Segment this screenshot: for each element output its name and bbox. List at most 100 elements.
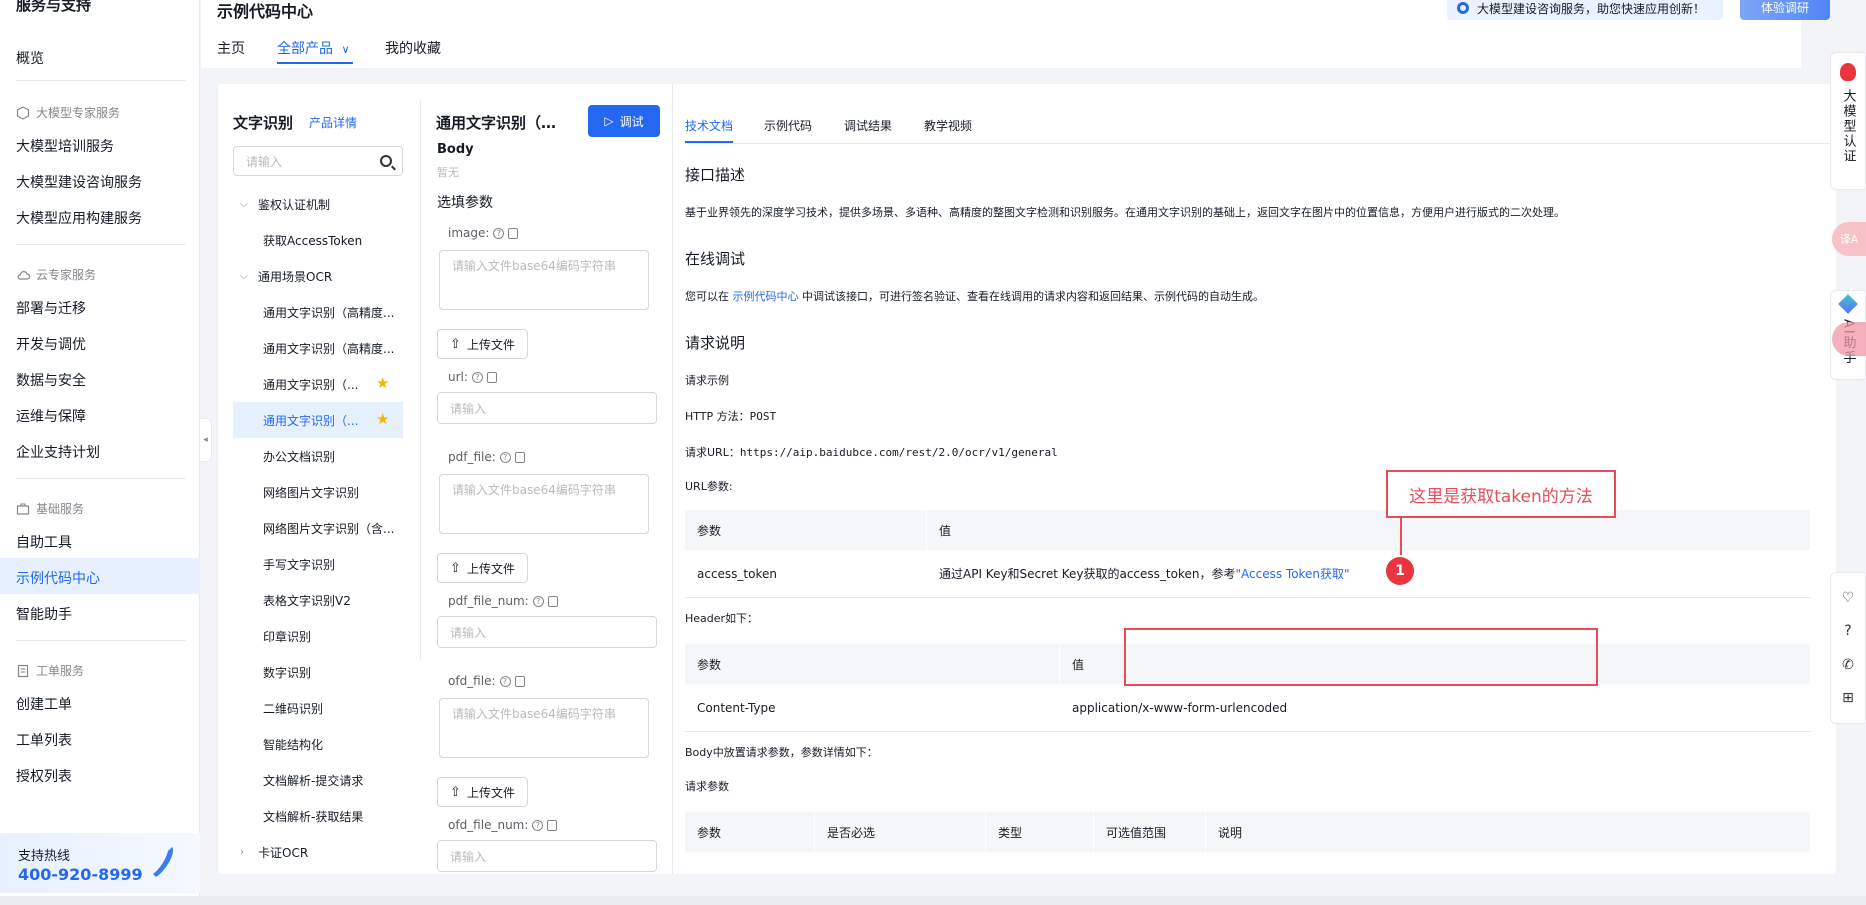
tree-item[interactable]: 手写文字识别 (263, 556, 335, 573)
sidebar-item-data-security[interactable]: 数据与安全 (16, 370, 86, 390)
sidebar-item-ops[interactable]: 运维与保障 (16, 406, 86, 426)
upload-button[interactable]: ⇧ 上传文件 (437, 329, 528, 359)
tab-all-products[interactable]: 全部产品 ∨ (277, 38, 350, 58)
phone-icon[interactable]: ✆ (1842, 657, 1854, 673)
support-hotline[interactable]: 支持热线 400-920-8999 (0, 833, 200, 893)
notice-text: 大模型建设咨询服务，助您快速应用创新！ (1477, 1, 1706, 16)
help-icon[interactable]: ? (499, 675, 511, 687)
section-basic: 基础服务 (16, 500, 84, 517)
doc-tab-video[interactable]: 教学视频 (924, 117, 972, 134)
floating-bubble[interactable] (1832, 322, 1866, 356)
sidebar-item-deploy[interactable]: 部署与迁移 (16, 298, 86, 318)
tree-item[interactable]: 表格文字识别V2 (263, 592, 351, 609)
upload-button[interactable]: ⇧ 上传文件 (437, 553, 528, 583)
tree-item[interactable]: 数字识别 (263, 664, 311, 681)
notice-banner[interactable]: 大模型建设咨询服务，助您快速应用创新！ (1447, 0, 1723, 20)
url-input[interactable]: 请输入 (437, 392, 657, 424)
header-cell: 类型 (986, 812, 1094, 852)
ofd-textarea[interactable]: 请输入文件base64编码字符串 (439, 698, 649, 758)
tree-item[interactable]: 通用文字识别（高精度... (263, 340, 394, 357)
copy-icon[interactable] (547, 819, 558, 831)
copy-icon[interactable] (486, 371, 497, 383)
divider (16, 640, 186, 641)
grid-icon[interactable]: ⊞ (1842, 690, 1854, 706)
sidebar-item-overview[interactable]: 概览 (16, 48, 44, 68)
copy-icon[interactable] (514, 675, 525, 687)
copy-icon[interactable] (547, 595, 558, 607)
access-token-link[interactable]: "Access Token获取" (1235, 565, 1349, 582)
debug-label: 调试 (619, 114, 644, 129)
search-icon[interactable] (380, 155, 392, 167)
help-icon[interactable]: ? (532, 819, 544, 831)
doc-tab-tech[interactable]: 技术文档 (685, 117, 733, 134)
sidebar-item-assistant[interactable]: 智能助手 (16, 604, 72, 624)
sample-center-link[interactable]: 示例代码中心 (733, 290, 799, 303)
help-icon[interactable]: ? (493, 227, 505, 239)
tree-group-auth[interactable]: ⌵ 鉴权认证机制 (240, 196, 330, 213)
request-example-label: 请求示例 (685, 374, 729, 387)
help-icon[interactable]: ? (1844, 623, 1851, 639)
product-detail-link[interactable]: 产品详情 (309, 114, 357, 131)
sidebar-item-self-tools[interactable]: 自助工具 (16, 532, 72, 552)
label-text: pdf_file: (448, 450, 496, 464)
product-tree-panel: 文字识别 产品详情 请输入 ⌵ 鉴权认证机制 获取AccessToken ⌵ 通用场… (218, 84, 418, 874)
tree-item[interactable]: 获取AccessToken (263, 232, 362, 249)
tab-favorites[interactable]: 我的收藏 (385, 38, 441, 58)
sidebar-item-llm-app[interactable]: 大模型应用构建服务 (16, 208, 142, 228)
tree-item[interactable]: 文档解析-获取结果 (263, 808, 363, 825)
tree-item[interactable]: 通用文字识别（高精度... (263, 304, 394, 321)
tree-item[interactable]: 智能结构化 (263, 736, 323, 753)
product-search-input[interactable]: 请输入 (233, 146, 403, 176)
doc-tab-sample[interactable]: 示例代码 (764, 117, 812, 134)
star-icon[interactable]: ★ (376, 376, 390, 391)
translate-button[interactable]: 译A (1832, 222, 1866, 256)
sidebar-item-llm-training[interactable]: 大模型培训服务 (16, 136, 114, 156)
main-panel: 文字识别 产品详情 请输入 ⌵ 鉴权认证机制 获取AccessToken ⌵ 通用场… (218, 84, 1836, 874)
tab-home[interactable]: 主页 (217, 38, 245, 58)
tree-item[interactable]: 印章识别 (263, 628, 311, 645)
heart-icon[interactable]: ♡ (1842, 590, 1855, 606)
debug-button[interactable]: ▷ 调试 (588, 105, 660, 137)
survey-button[interactable]: 体验调研 (1740, 0, 1830, 20)
divider (16, 80, 186, 81)
tree-item[interactable]: 二维码识别 (263, 700, 323, 717)
sidebar-item-dev-tuning[interactable]: 开发与调优 (16, 334, 86, 354)
sidebar-item-sample-code[interactable]: 示例代码中心 (16, 568, 100, 588)
header-cell: 说明 (1206, 812, 1811, 852)
tree-item[interactable]: 网络图片文字识别 (263, 484, 359, 501)
tree-group-general-ocr[interactable]: ⌵ 通用场景OCR (240, 268, 332, 285)
sidebar-collapse-toggle[interactable]: ◂ (200, 418, 212, 462)
ai-cube-icon (1838, 294, 1858, 314)
sidebar-item-ticket-list[interactable]: 工单列表 (16, 730, 72, 750)
sidebar-item-enterprise[interactable]: 企业支持计划 (16, 442, 100, 462)
star-icon[interactable]: ★ (376, 412, 390, 427)
tree-item-selected[interactable]: 通用文字识别（... (263, 412, 358, 429)
help-icon[interactable]: ? (499, 451, 511, 463)
upload-button[interactable]: ⇧ 上传文件 (437, 777, 528, 807)
sidebar-item-auth-list[interactable]: 授权列表 (16, 766, 72, 786)
tree-item[interactable]: 网络图片文字识别（含... (263, 520, 394, 537)
image-textarea[interactable]: 请输入文件base64编码字符串 (439, 250, 649, 310)
ofd-num-input[interactable]: 请输入 (437, 840, 657, 872)
pdf-textarea[interactable]: 请输入文件base64编码字符串 (439, 474, 649, 534)
pdf-num-input[interactable]: 请输入 (437, 616, 657, 648)
tree-item[interactable]: 办公文档识别 (263, 448, 335, 465)
sidebar-item-create-ticket[interactable]: 创建工单 (16, 694, 72, 714)
cell-value: application/x-www-form-urlencoded (1060, 684, 1811, 731)
cert-float[interactable]: 大模型认证 (1830, 52, 1866, 190)
annotation-badge: 1 (1386, 557, 1414, 585)
tree-item[interactable]: 文档解析-提交请求 (263, 772, 363, 789)
tree-item[interactable]: 通用文字识别（... (263, 376, 358, 393)
doc-tab-result[interactable]: 调试结果 (844, 117, 892, 134)
tree-group-card-ocr[interactable]: › 卡证OCR (240, 844, 308, 861)
play-icon: ▷ (604, 114, 614, 128)
text: 您可以在 (685, 290, 733, 303)
sidebar-item-llm-consulting[interactable]: 大模型建设咨询服务 (16, 172, 142, 192)
section-ticket: 工单服务 (16, 662, 84, 679)
help-icon[interactable]: ? (471, 371, 483, 383)
copy-icon[interactable] (514, 451, 525, 463)
copy-icon[interactable] (508, 227, 519, 239)
image-field-label: image:? (448, 226, 519, 240)
hotline-label: 支持热线 (18, 849, 71, 864)
help-icon[interactable]: ? (532, 595, 544, 607)
